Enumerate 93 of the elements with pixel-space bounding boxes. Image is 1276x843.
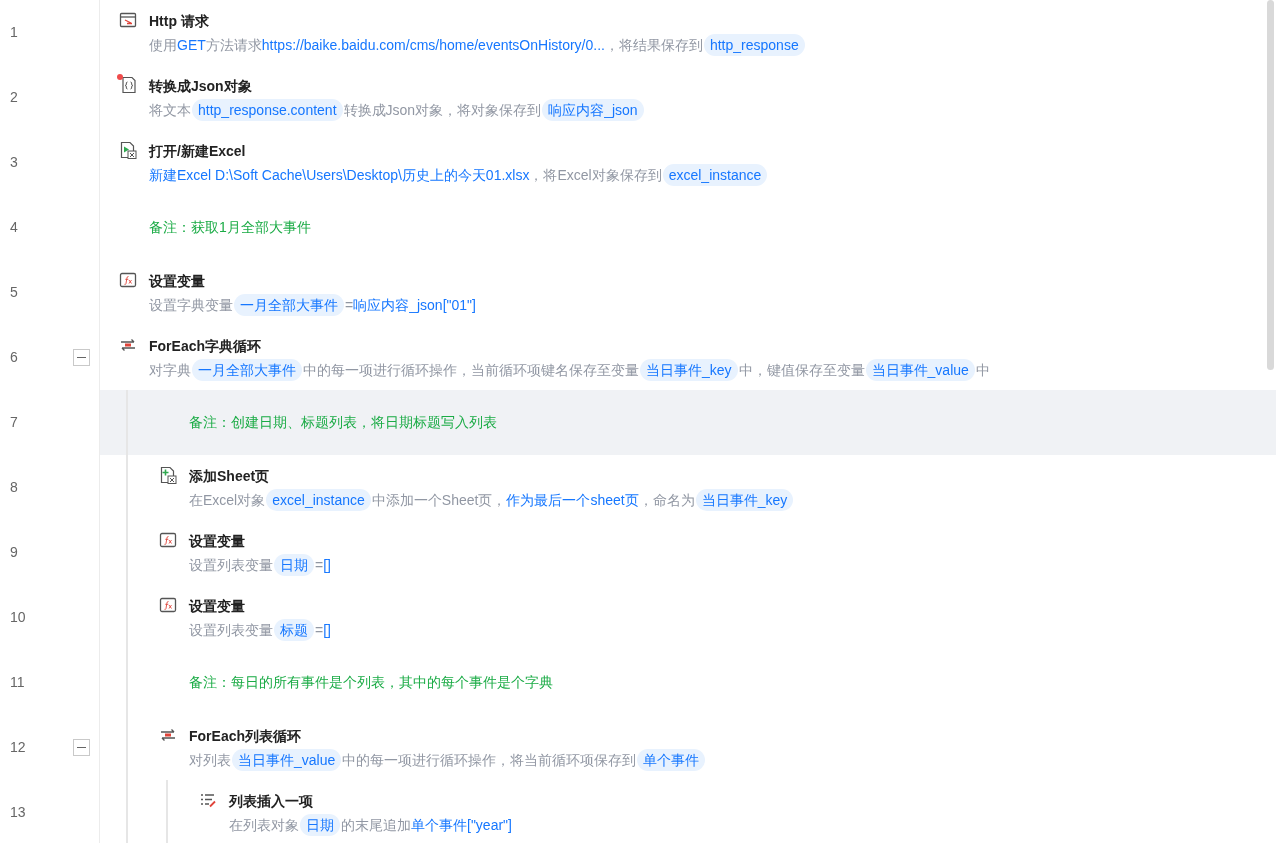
line-number: 5 bbox=[9, 283, 19, 302]
variable-tag: 一月全部大事件 bbox=[234, 294, 344, 316]
line-number: 11 bbox=[9, 673, 26, 692]
variable-tag: 当日事件_key bbox=[695, 489, 794, 511]
function-icon bbox=[159, 531, 177, 549]
line-number: 12 bbox=[9, 738, 27, 757]
value-text: GET bbox=[177, 36, 206, 55]
line-number: 13 bbox=[9, 803, 27, 822]
step-title: 转换成Json对象 bbox=[149, 77, 253, 96]
line-number: 4 bbox=[9, 218, 19, 237]
step-title: ForEach字典循环 bbox=[149, 337, 262, 356]
variable-tag: http_response.content bbox=[192, 99, 343, 121]
line-number: 7 bbox=[9, 413, 19, 432]
line-number: 10 bbox=[9, 608, 27, 627]
step-title: 列表插入一项 bbox=[229, 792, 314, 811]
step-title: 打开/新建Excel bbox=[149, 142, 247, 161]
step-row[interactable]: ForEach字典循环 对字典 一月全部大事件 中的每一项进行循环操作，当前循环项键名保存至变量 当日事件_key 中，键值保存至变量 当日事件_value 中 bbox=[100, 325, 1276, 390]
variable-tag: excel_instance bbox=[266, 489, 371, 511]
value-text: 单个事件["year"] bbox=[411, 816, 512, 835]
step-row[interactable]: 添加Sheet页 在Excel对象 excel_instance 中添加一个Sheet页，作为最后一个sheet页，命名为 当日事件_key bbox=[100, 455, 1276, 520]
value-text: 作为最后一个sheet页 bbox=[506, 491, 639, 510]
description-text: 在Excel对象 bbox=[189, 491, 266, 510]
variable-tag: 当日事件_value bbox=[232, 749, 342, 771]
description-text: 中的每一项进行循环操作，将当前循环项保存到 bbox=[342, 751, 637, 770]
variable-tag: 标题 bbox=[274, 619, 314, 641]
description-text: = bbox=[345, 296, 354, 315]
step-row[interactable]: 设置变量 设置列表变量 标题 =[] bbox=[100, 585, 1276, 650]
variable-tag: 当日事件_key bbox=[640, 359, 738, 381]
description-text: = bbox=[315, 556, 324, 575]
description-text: 的末尾追加 bbox=[341, 816, 411, 835]
description-text: 中的每一项进行循环操作，当前循环项键名保存至变量 bbox=[303, 361, 639, 380]
function-icon bbox=[119, 271, 137, 289]
description-text: ，将Excel对象保存到 bbox=[529, 166, 662, 185]
collapse-toggle[interactable] bbox=[73, 349, 90, 366]
variable-tag: excel_instance bbox=[662, 164, 768, 186]
step-title: 设置变量 bbox=[189, 532, 246, 551]
value-text: 新建Excel D:\Soft Cache\Users\Desktop\历史上的今天01.xlsx bbox=[149, 166, 530, 185]
line-number: 9 bbox=[9, 543, 19, 562]
step-row[interactable]: 设置变量 设置字典变量 一月全部大事件 =响应内容_json["01"] bbox=[100, 260, 1276, 325]
line-number: 6 bbox=[9, 348, 19, 367]
step-row[interactable]: 打开/新建Excel 新建Excel D:\Soft Cache\Users\Desktop\历史上的今天01.xlsx，将Excel对象保存到 excel_instance bbox=[100, 130, 1276, 195]
variable-tag: 日期 bbox=[300, 814, 340, 836]
description-text: 中，键值保存至变量 bbox=[738, 361, 865, 380]
value-text: [] bbox=[323, 621, 331, 640]
description-text: 对字典 bbox=[149, 361, 191, 380]
step-row[interactable]: Http 请求 使用GET方法请求https://baike.baidu.com/cms/home/eventsOnHistory/0...，将结果保存到 http_response bbox=[100, 0, 1276, 65]
variable-tag: 单个事件 bbox=[637, 749, 706, 771]
step-row[interactable]: ForEach列表循环 对列表 当日事件_value 中的每一项进行循环操作，将当前循环项保存到 单个事件 bbox=[100, 715, 1276, 780]
step-row[interactable]: 列表插入一项 在列表对象 日期 的末尾追加单个事件["year"] bbox=[100, 780, 1276, 843]
value-text: https://baike.baidu.com/cms/home/eventsOnHistory/0... bbox=[261, 36, 605, 55]
comment-text: 备注：每日的所有事件是个列表，其中的每个事件是个字典 bbox=[189, 673, 553, 692]
scrollbar[interactable] bbox=[1267, 0, 1274, 370]
value-text: [] bbox=[323, 556, 331, 575]
line-number: 2 bbox=[9, 88, 19, 107]
description-text: 将文本 bbox=[149, 101, 191, 120]
description-text: = bbox=[315, 621, 324, 640]
description-text: 使用 bbox=[149, 36, 177, 55]
description-text: 对列表 bbox=[189, 751, 231, 770]
collapse-toggle[interactable] bbox=[73, 739, 90, 756]
step-title: Http 请求 bbox=[149, 12, 210, 31]
comment-text: 备注：创建日期、标题列表，将日期标题写入列表 bbox=[189, 413, 497, 432]
description-text: 设置列表变量 bbox=[189, 621, 273, 640]
window-icon bbox=[119, 11, 137, 29]
braces-icon bbox=[119, 76, 137, 94]
add-file-icon bbox=[159, 466, 177, 484]
step-title: 添加Sheet页 bbox=[189, 467, 271, 486]
variable-tag: 一月全部大事件 bbox=[192, 359, 302, 381]
value-text: 响应内容_json["01"] bbox=[353, 296, 476, 315]
variable-tag: 当日事件_value bbox=[865, 359, 975, 381]
description-text: 转换成Json对象，将对象保存到 bbox=[343, 101, 542, 120]
line-number: 1 bbox=[9, 23, 19, 42]
function-icon bbox=[159, 596, 177, 614]
description-text: ，命名为 bbox=[638, 491, 695, 510]
description-text: 设置字典变量 bbox=[149, 296, 233, 315]
comment-text: 备注：获取1月全部大事件 bbox=[149, 218, 311, 237]
description-text: 在列表对象 bbox=[229, 816, 299, 835]
step-title: 设置变量 bbox=[149, 272, 206, 291]
description-text: 设置列表变量 bbox=[189, 556, 273, 575]
variable-tag: http_response bbox=[703, 34, 805, 56]
step-title: ForEach列表循环 bbox=[189, 727, 302, 746]
step-row[interactable]: 设置变量 设置列表变量 日期 =[] bbox=[100, 520, 1276, 585]
variable-tag: 响应内容_json bbox=[542, 99, 644, 121]
step-title: 设置变量 bbox=[189, 597, 246, 616]
list-edit-icon bbox=[199, 791, 217, 809]
description-text: ，将结果保存到 bbox=[604, 36, 703, 55]
description-text: 中 bbox=[975, 361, 990, 380]
step-row[interactable]: 转换成Json对象 将文本 http_response.content 转换成Json对象，将对象保存到 响应内容_json bbox=[100, 65, 1276, 130]
spreadsheet-file-icon bbox=[119, 141, 137, 159]
variable-tag: 日期 bbox=[274, 554, 314, 576]
description-text: 中添加一个Sheet页， bbox=[371, 491, 507, 510]
description-text: 方法请求 bbox=[205, 36, 262, 55]
line-number: 8 bbox=[9, 478, 19, 497]
line-number: 3 bbox=[9, 153, 19, 172]
